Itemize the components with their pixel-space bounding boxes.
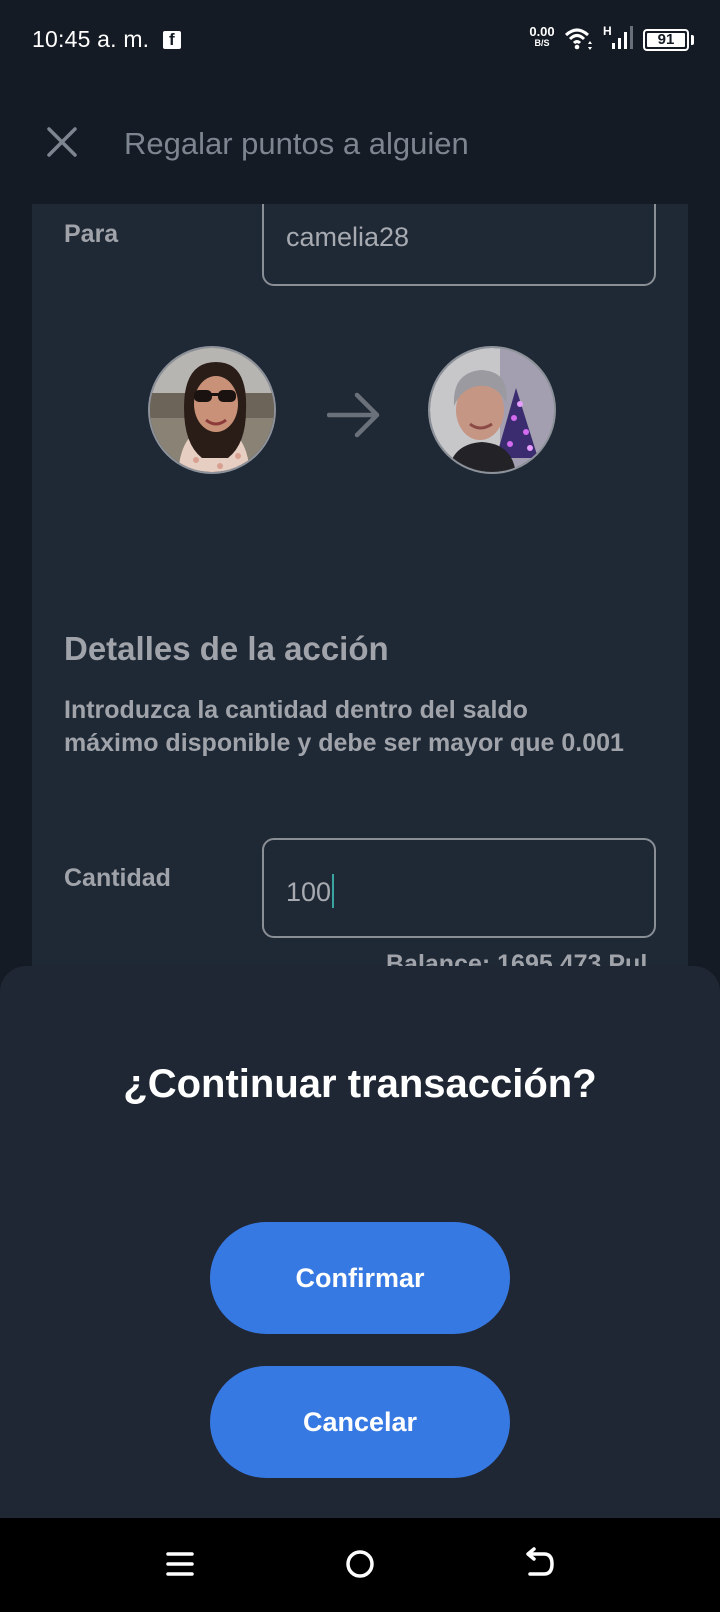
wifi-icon	[564, 28, 592, 50]
app-bar: Regalar puntos a alguien	[0, 82, 720, 204]
details-title: Detalles de la acción	[64, 630, 389, 667]
close-icon[interactable]	[44, 124, 80, 160]
text-caret	[332, 874, 335, 908]
battery-level: 91	[657, 31, 675, 48]
menu-icon[interactable]	[160, 1544, 200, 1584]
confirm-transaction-sheet: ¿Continuar transacción? Confirmar Cancel…	[0, 966, 720, 1518]
facebook-icon: f	[163, 30, 181, 49]
network-speed-value: 0.00	[529, 24, 555, 39]
amount-input[interactable]: 100	[262, 838, 656, 938]
status-time: 10:45 a. m.	[32, 26, 150, 52]
recipient-value: camelia28	[286, 222, 410, 252]
navigation-bar	[0, 1518, 720, 1612]
home-icon[interactable]	[340, 1544, 380, 1584]
amount-value: 100	[286, 877, 332, 907]
network-type-label: H	[603, 24, 612, 38]
network-speed-unit: B/S	[534, 38, 550, 48]
arrow-right-icon	[327, 392, 380, 438]
battery-icon: 91	[643, 29, 689, 51]
amount-label: Cantidad	[64, 864, 171, 892]
details-description: Introduzca la cantidad dentro del saldo …	[64, 696, 624, 757]
page-title: Regalar puntos a alguien	[124, 126, 469, 161]
sheet-title: ¿Continuar transacción?	[123, 1062, 597, 1106]
recipient-card: Para camelia28	[32, 186, 688, 638]
avatar-sender	[148, 346, 276, 474]
avatar-recipient	[428, 346, 556, 474]
signal-icon: H	[603, 24, 633, 49]
confirm-button[interactable]: Confirmar	[210, 1222, 510, 1334]
cancel-button[interactable]: Cancelar	[210, 1366, 510, 1478]
status-bar: 10:45 a. m. f 0.00 B/S H 91	[0, 0, 720, 82]
back-icon[interactable]	[520, 1544, 560, 1584]
to-label: Para	[64, 220, 119, 248]
network-speed: 0.00 B/S	[527, 25, 557, 48]
